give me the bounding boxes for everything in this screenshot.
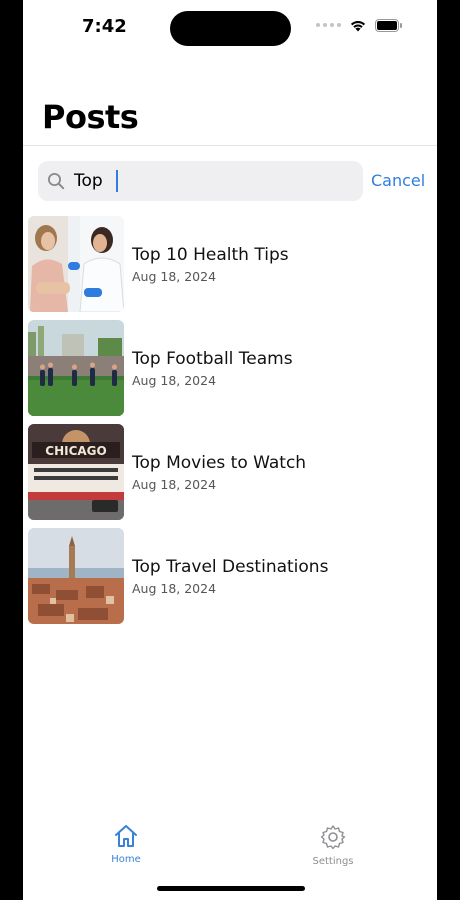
list-item[interactable]: CHICAGO Top Movies to Watch Aug 18, 2024 <box>28 424 428 520</box>
tab-home[interactable]: Home <box>86 824 166 865</box>
text-caret <box>116 170 118 192</box>
tab-settings-label: Settings <box>312 856 354 867</box>
cellular-signal-icon <box>316 23 341 27</box>
gear-icon <box>320 825 346 850</box>
chicago-theater-photo: CHICAGO <box>28 424 124 520</box>
list-item[interactable]: Top Travel Destinations Aug 18, 2024 <box>28 528 428 624</box>
battery-icon <box>375 18 402 32</box>
theater-sign-text: CHICAGO <box>45 444 106 458</box>
wifi-icon <box>350 21 366 32</box>
post-date: Aug 18, 2024 <box>132 581 217 596</box>
status-bar: 7:42 <box>23 0 437 52</box>
post-date: Aug 18, 2024 <box>132 373 217 388</box>
header-divider <box>23 145 437 146</box>
list-item[interactable]: Top 10 Health Tips Aug 18, 2024 <box>28 216 428 312</box>
cancel-button[interactable]: Cancel <box>371 171 425 190</box>
post-title: Top Travel Destinations <box>132 557 329 577</box>
home-indicator <box>157 886 305 891</box>
home-icon <box>115 825 137 847</box>
football-players-photo <box>28 320 124 416</box>
post-title: Top Movies to Watch <box>132 453 307 473</box>
search-input[interactable]: Top <box>38 161 363 201</box>
app-screen: 7:42 Posts Top Cancel Top 10 Health Tips… <box>23 0 437 900</box>
venice-city-photo <box>28 528 124 624</box>
post-date: Aug 18, 2024 <box>132 477 217 492</box>
list-item[interactable]: Top Football Teams Aug 18, 2024 <box>28 320 428 416</box>
post-title: Top Football Teams <box>132 349 293 369</box>
post-date: Aug 18, 2024 <box>132 269 217 284</box>
post-title: Top 10 Health Tips <box>132 245 289 265</box>
tab-settings[interactable]: Settings <box>293 824 373 867</box>
search-icon <box>48 173 65 190</box>
search-input-text: Top <box>74 171 103 191</box>
tab-home-label: Home <box>111 854 141 865</box>
doctor-patient-photo <box>28 216 124 312</box>
dynamic-island <box>170 11 291 46</box>
status-icons <box>316 18 403 32</box>
page-title: Posts <box>42 98 139 136</box>
status-time: 7:42 <box>82 16 127 37</box>
